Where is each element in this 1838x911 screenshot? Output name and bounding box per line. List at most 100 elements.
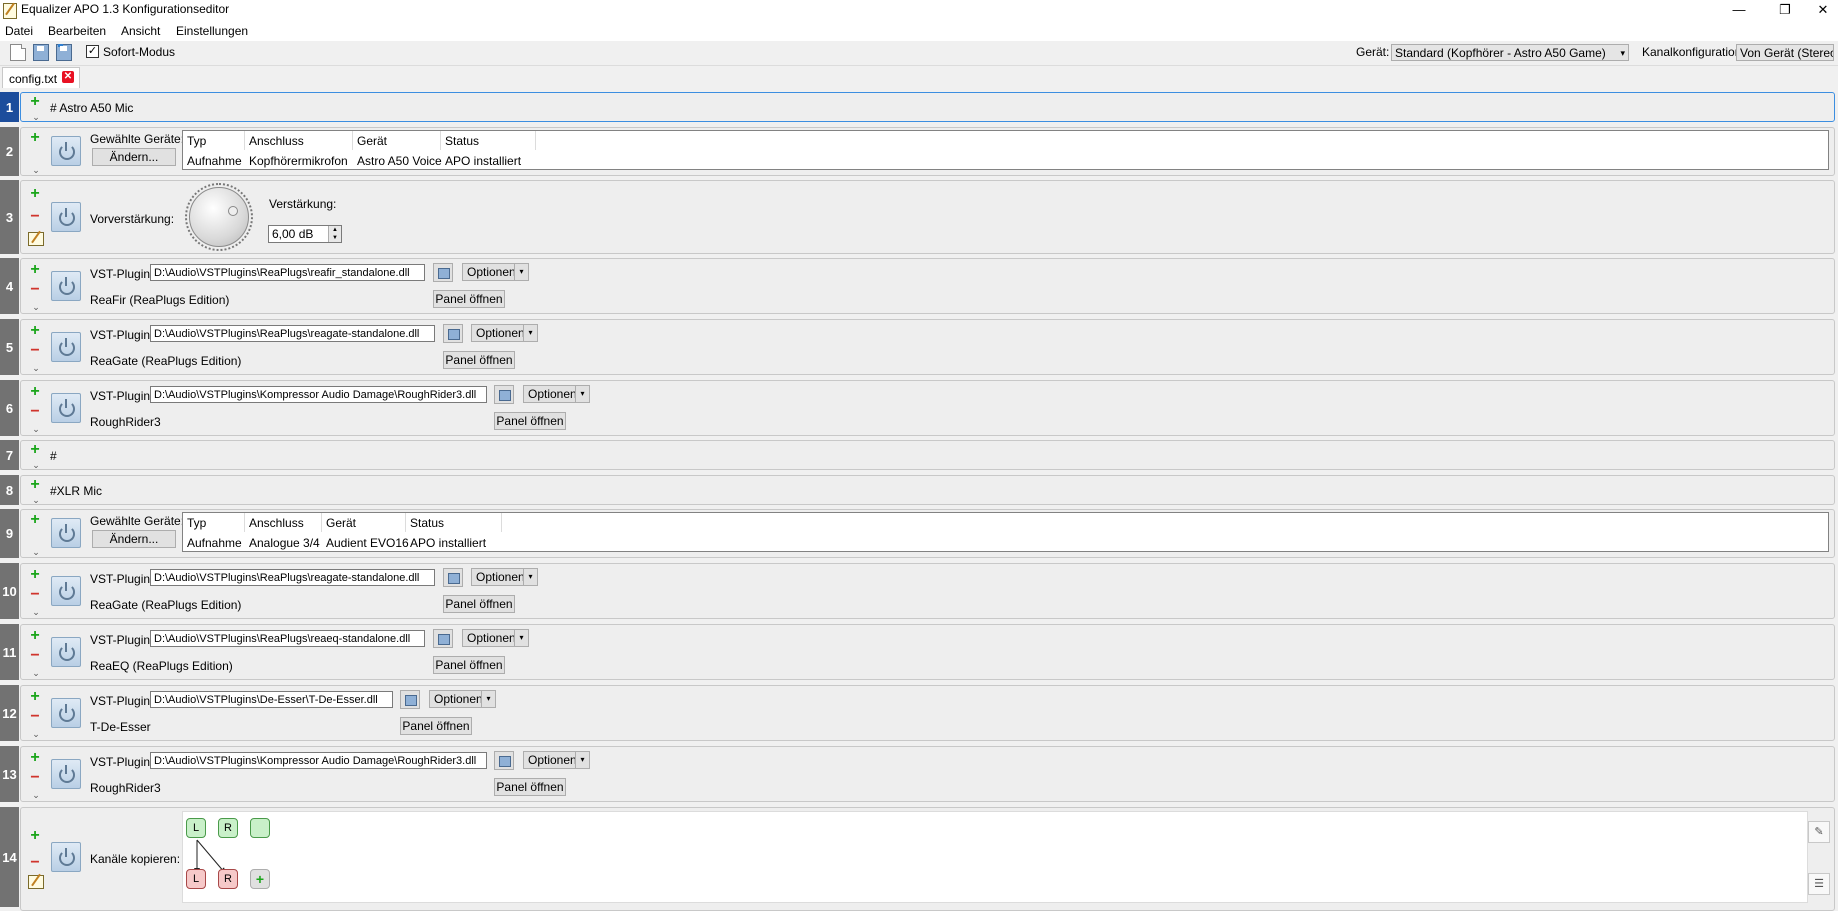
target-channel-r[interactable]: R <box>218 869 238 889</box>
options-button[interactable]: Optionen ▾ <box>523 751 590 769</box>
power-icon[interactable] <box>51 576 81 606</box>
add-filter-icon[interactable]: + <box>29 567 41 583</box>
add-filter-icon[interactable]: + <box>29 186 41 202</box>
spin-down-icon[interactable]: ▼ <box>328 234 341 242</box>
add-filter-icon[interactable]: + <box>29 689 41 705</box>
remove-filter-icon[interactable]: − <box>29 648 41 664</box>
add-filter-icon[interactable]: + <box>29 512 41 528</box>
open-panel-button[interactable]: Panel öffnen <box>433 656 505 674</box>
comment-text[interactable]: #XLR Mic <box>50 484 102 498</box>
source-channel-l[interactable]: L <box>186 818 206 838</box>
edit-icon[interactable] <box>28 232 44 246</box>
open-panel-button[interactable]: Panel öffnen <box>443 595 515 613</box>
device-select[interactable]: Standard (Kopfhörer - Astro A50 Game) ▾ <box>1391 44 1629 61</box>
power-icon[interactable] <box>51 393 81 423</box>
channel-config-select[interactable]: Von Gerät (Stereo) <box>1736 44 1834 61</box>
add-channel-button[interactable]: + <box>250 869 270 889</box>
vst-path-input[interactable]: D:\Audio\VSTPlugins\Kompressor Audio Dam… <box>150 752 487 769</box>
expand-icon[interactable]: ⌄ <box>31 791 41 800</box>
open-panel-button[interactable]: Panel öffnen <box>494 412 566 430</box>
device-table[interactable]: Typ Anschluss Gerät Status Aufnahme Anal… <box>182 512 1829 552</box>
browse-folder-icon[interactable] <box>443 568 463 587</box>
options-button[interactable]: Optionen ▾ <box>523 385 590 403</box>
expand-icon[interactable]: ⌄ <box>31 166 41 175</box>
options-button[interactable]: Optionen ▾ <box>471 324 538 342</box>
channel-routing-area[interactable] <box>182 811 1808 903</box>
expand-icon[interactable]: ⌄ <box>31 113 41 122</box>
instant-mode-checkbox[interactable]: ✓ <box>86 45 99 58</box>
spin-up-icon[interactable]: ▲ <box>328 226 341 234</box>
save-as-icon[interactable] <box>56 44 72 61</box>
power-icon[interactable] <box>51 698 81 728</box>
gain-knob[interactable] <box>189 187 249 247</box>
vst-path-input[interactable]: D:\Audio\VSTPlugins\ReaPlugs\reafir_stan… <box>150 264 425 281</box>
expand-icon[interactable]: ⌄ <box>31 496 41 505</box>
device-table[interactable]: Typ Anschluss Gerät Status Aufnahme Kopf… <box>182 130 1829 170</box>
add-filter-icon[interactable]: + <box>29 628 41 644</box>
options-button[interactable]: Optionen ▾ <box>462 263 529 281</box>
browse-folder-icon[interactable] <box>494 751 514 770</box>
power-icon[interactable] <box>51 271 81 301</box>
add-filter-icon[interactable]: + <box>29 262 41 278</box>
vst-path-input[interactable]: D:\Audio\VSTPlugins\ReaPlugs\reaeq-stand… <box>150 630 425 647</box>
remove-filter-icon[interactable]: − <box>29 282 41 298</box>
open-panel-button[interactable]: Panel öffnen <box>494 778 566 796</box>
vst-path-input[interactable]: D:\Audio\VSTPlugins\ReaPlugs\reagate-sta… <box>150 325 435 342</box>
browse-folder-icon[interactable] <box>400 690 420 709</box>
gain-input[interactable]: 6,00 dB ▲ ▼ <box>268 225 342 243</box>
target-channel-l[interactable]: L <box>186 869 206 889</box>
power-icon[interactable] <box>51 136 81 166</box>
menu-ansicht[interactable]: Ansicht <box>121 24 160 38</box>
change-devices-button[interactable]: Ändern... <box>92 530 176 548</box>
brush-icon[interactable]: ✎ <box>1808 821 1830 843</box>
expand-icon[interactable]: ⌄ <box>31 730 41 739</box>
add-filter-icon[interactable]: + <box>29 384 41 400</box>
comment-text[interactable]: # <box>50 449 57 463</box>
minimize-button[interactable]: — <box>1716 0 1762 22</box>
add-filter-icon[interactable]: + <box>29 130 41 146</box>
change-devices-button[interactable]: Ändern... <box>92 148 176 166</box>
power-icon[interactable] <box>51 518 81 548</box>
remove-filter-icon[interactable]: − <box>29 770 41 786</box>
menu-einstellungen[interactable]: Einstellungen <box>176 24 248 38</box>
add-filter-icon[interactable]: + <box>29 323 41 339</box>
power-icon[interactable] <box>51 759 81 789</box>
remove-filter-icon[interactable]: − <box>29 404 41 420</box>
power-icon[interactable] <box>51 842 81 872</box>
browse-folder-icon[interactable] <box>443 324 463 343</box>
source-channel-empty[interactable] <box>250 818 270 838</box>
remove-filter-icon[interactable]: − <box>29 855 41 871</box>
close-tab-icon[interactable]: ✕ <box>62 71 74 83</box>
browse-folder-icon[interactable] <box>433 263 453 282</box>
vst-path-input[interactable]: D:\Audio\VSTPlugins\ReaPlugs\reagate-sta… <box>150 569 435 586</box>
save-icon[interactable] <box>33 44 49 61</box>
options-button[interactable]: Optionen ▾ <box>429 690 496 708</box>
close-window-button[interactable]: ✕ <box>1800 0 1838 22</box>
browse-folder-icon[interactable] <box>494 385 514 404</box>
power-icon[interactable] <box>51 202 81 232</box>
vst-path-input[interactable]: D:\Audio\VSTPlugins\Kompressor Audio Dam… <box>150 386 487 403</box>
source-channel-r[interactable]: R <box>218 818 238 838</box>
expand-icon[interactable]: ⌄ <box>31 303 41 312</box>
add-filter-icon[interactable]: + <box>29 94 41 110</box>
open-panel-button[interactable]: Panel öffnen <box>443 351 515 369</box>
open-panel-button[interactable]: Panel öffnen <box>400 717 472 735</box>
add-filter-icon[interactable]: + <box>29 477 41 493</box>
remove-filter-icon[interactable]: − <box>29 587 41 603</box>
expand-icon[interactable]: ⌄ <box>31 425 41 434</box>
expand-icon[interactable]: ⌄ <box>31 548 41 557</box>
power-icon[interactable] <box>51 332 81 362</box>
options-button[interactable]: Optionen ▾ <box>462 629 529 647</box>
add-filter-icon[interactable]: + <box>29 828 41 844</box>
remove-filter-icon[interactable]: − <box>29 709 41 725</box>
vst-path-input[interactable]: D:\Audio\VSTPlugins\De-Esser\T-De-Esser.… <box>150 691 393 708</box>
power-icon[interactable] <box>51 637 81 667</box>
comment-text[interactable]: # Astro A50 Mic <box>50 101 133 115</box>
expand-icon[interactable]: ⌄ <box>31 364 41 373</box>
expand-icon[interactable]: ⌄ <box>31 461 41 470</box>
add-filter-icon[interactable]: + <box>29 442 41 458</box>
tab-config[interactable]: config.txt ✕ <box>2 67 80 88</box>
remove-filter-icon[interactable]: − <box>29 209 41 225</box>
list-icon[interactable]: ☰ <box>1808 873 1830 895</box>
menu-bearbeiten[interactable]: Bearbeiten <box>48 24 106 38</box>
